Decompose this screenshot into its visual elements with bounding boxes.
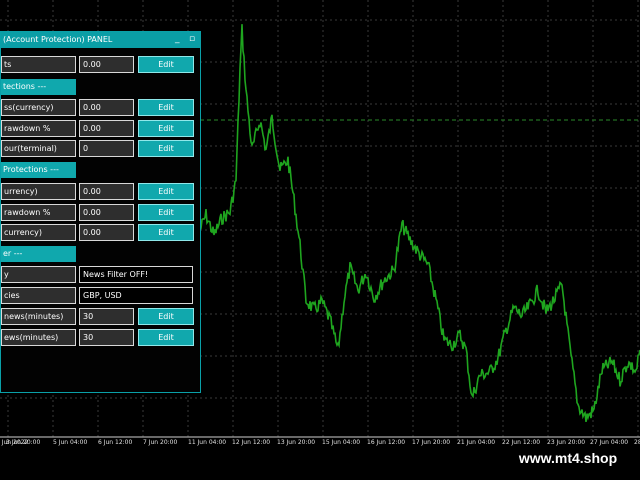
edit-button[interactable]: Edit	[138, 329, 194, 346]
x-axis-tick-label: 27 Jun 04:00	[590, 439, 629, 446]
setting-label: ts	[1, 56, 76, 73]
setting-label: news(minutes)	[1, 308, 76, 325]
x-axis-tick-label: 3 Jun 20:00	[6, 439, 41, 446]
x-axis-tick-label: 11 Jun 04:00	[188, 439, 227, 446]
edit-button[interactable]: Edit	[138, 224, 194, 241]
setting-value-field[interactable]: 0.00	[79, 224, 134, 241]
edit-button[interactable]: Edit	[138, 99, 194, 116]
x-axis-tick-label: 12 Jun 12:00	[232, 439, 271, 446]
account-protection-panel: (Account Protection) PANEL _ ▫ ts 0.00 Edi…	[0, 31, 201, 393]
x-axis-tick-label: 22 Jun 12:00	[502, 439, 541, 446]
setting-label: ews(minutes)	[1, 329, 76, 346]
setting-value-field[interactable]: 0.00	[79, 56, 134, 73]
setting-label: our(terminal)	[1, 140, 76, 157]
x-axis-tick-label: 23 Jun 20:00	[547, 439, 586, 446]
edit-button[interactable]: Edit	[138, 56, 194, 73]
panel-title-bar[interactable]: (Account Protection) PANEL _ ▫	[1, 32, 200, 48]
close-button[interactable]: ▫	[189, 32, 195, 47]
section-header: Protections ---	[1, 162, 76, 178]
price-line	[199, 24, 640, 422]
edit-button[interactable]: Edit	[138, 308, 194, 325]
x-axis-tick-label: 5 Jun 04:00	[53, 439, 88, 446]
setting-value-field[interactable]: 30	[79, 308, 134, 325]
edit-button[interactable]: Edit	[138, 204, 194, 221]
setting-value-field[interactable]: News Filter OFF!	[79, 266, 193, 283]
x-axis-tick-label: 13 Jun 20:00	[277, 439, 316, 446]
x-axis-tick-label: 16 Jun 12:00	[367, 439, 406, 446]
setting-label: urrency)	[1, 183, 76, 200]
minimize-button[interactable]: _	[175, 32, 180, 47]
setting-label: rawdown %	[1, 204, 76, 221]
section-header: tections ---	[1, 79, 76, 95]
x-axis-tick-label: 15 Jun 04:00	[322, 439, 361, 446]
panel-title: (Account Protection) PANEL	[3, 35, 113, 44]
x-axis-tick-label: 6 Jun 12:00	[98, 439, 133, 446]
x-axis-tick-label: 17 Jun 20:00	[412, 439, 451, 446]
x-axis-tick-label: 21 Jun 04:00	[457, 439, 496, 446]
setting-label: ss(currency)	[1, 99, 76, 116]
setting-value-field[interactable]: 0	[79, 140, 134, 157]
setting-value-field[interactable]: 30	[79, 329, 134, 346]
x-axis-tick-label: 28 Jun 12:00	[634, 439, 640, 446]
setting-label: rawdown %	[1, 120, 76, 137]
setting-value-field[interactable]: 0.00	[79, 99, 134, 116]
edit-button[interactable]: Edit	[138, 120, 194, 137]
setting-value-field[interactable]: 0.00	[79, 120, 134, 137]
x-axis-tick-label: 7 Jun 20:00	[143, 439, 178, 446]
setting-value-field[interactable]: 0.00	[79, 204, 134, 221]
edit-button[interactable]: Edit	[138, 140, 194, 157]
setting-label: y	[1, 266, 76, 283]
edit-button[interactable]: Edit	[138, 183, 194, 200]
setting-label: currency)	[1, 224, 76, 241]
watermark: www.mt4.shop	[496, 446, 640, 470]
setting-value-field[interactable]: 0.00	[79, 183, 134, 200]
setting-value-field[interactable]: GBP, USD	[79, 287, 193, 304]
section-header: er ---	[1, 246, 76, 262]
setting-label: cies	[1, 287, 76, 304]
